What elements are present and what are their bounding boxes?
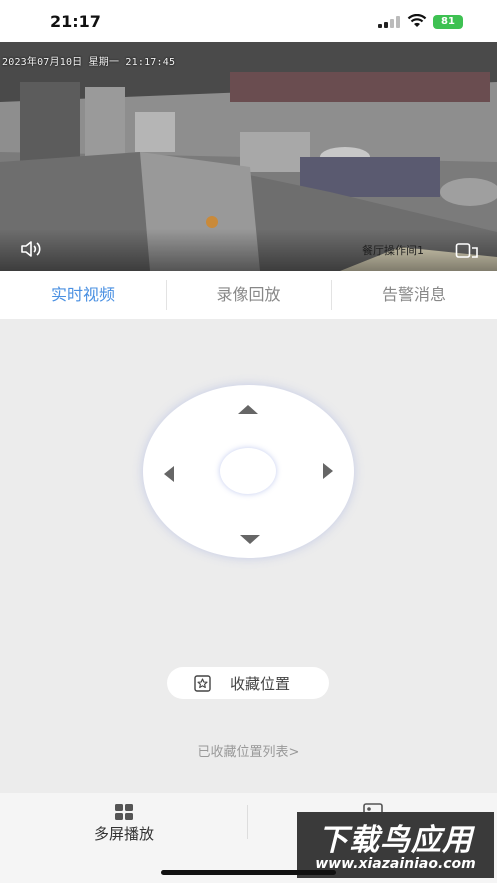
fullscreen-icon[interactable]	[455, 240, 479, 260]
tab-live-video[interactable]: 实时视频	[0, 271, 166, 319]
site-watermark-logo: 下载鸟应用 www.xiazainiao.com	[297, 812, 494, 878]
status-time: 21:17	[50, 12, 101, 31]
pan-down-icon[interactable]	[240, 535, 260, 544]
ptz-center-button[interactable]	[220, 448, 276, 494]
grid-icon	[115, 804, 133, 820]
pan-left-icon[interactable]	[164, 466, 174, 482]
save-position-label: 收藏位置	[230, 675, 291, 693]
speaker-icon[interactable]	[20, 239, 44, 259]
camera-name-label: 餐厅操作间1	[362, 244, 424, 257]
save-position-button[interactable]: 收藏位置	[167, 667, 329, 699]
cellular-signal-icon	[378, 16, 400, 28]
toolbar-divider	[247, 805, 248, 839]
tab-alarm-messages[interactable]: 告警消息	[331, 271, 497, 319]
multi-screen-button[interactable]: 多屏播放	[0, 793, 248, 853]
ptz-direction-pad	[143, 385, 354, 558]
multi-screen-label: 多屏播放	[93, 825, 154, 843]
pan-right-icon[interactable]	[323, 463, 333, 479]
video-timestamp-overlay: 2023年07月10日 星期一 21:17:45	[2, 57, 176, 68]
saved-positions-link[interactable]: 已收藏位置列表>	[0, 741, 497, 760]
battery-indicator: 81	[433, 15, 463, 29]
watermark-title: 下载鸟应用	[318, 823, 473, 858]
home-indicator[interactable]	[161, 870, 336, 875]
wifi-icon	[407, 14, 427, 27]
tab-bar: 实时视频 录像回放 告警消息	[0, 271, 497, 319]
tab-playback[interactable]: 录像回放	[166, 271, 331, 319]
live-video-player[interactable]: 2023年07月10日 星期一 21:17:45 餐厅操作间1	[0, 42, 497, 271]
bookmark-star-icon	[194, 675, 211, 692]
status-bar: 21:17 81	[0, 0, 497, 42]
pan-up-icon[interactable]	[238, 405, 258, 414]
video-control-bar: 餐厅操作间1	[0, 229, 497, 271]
